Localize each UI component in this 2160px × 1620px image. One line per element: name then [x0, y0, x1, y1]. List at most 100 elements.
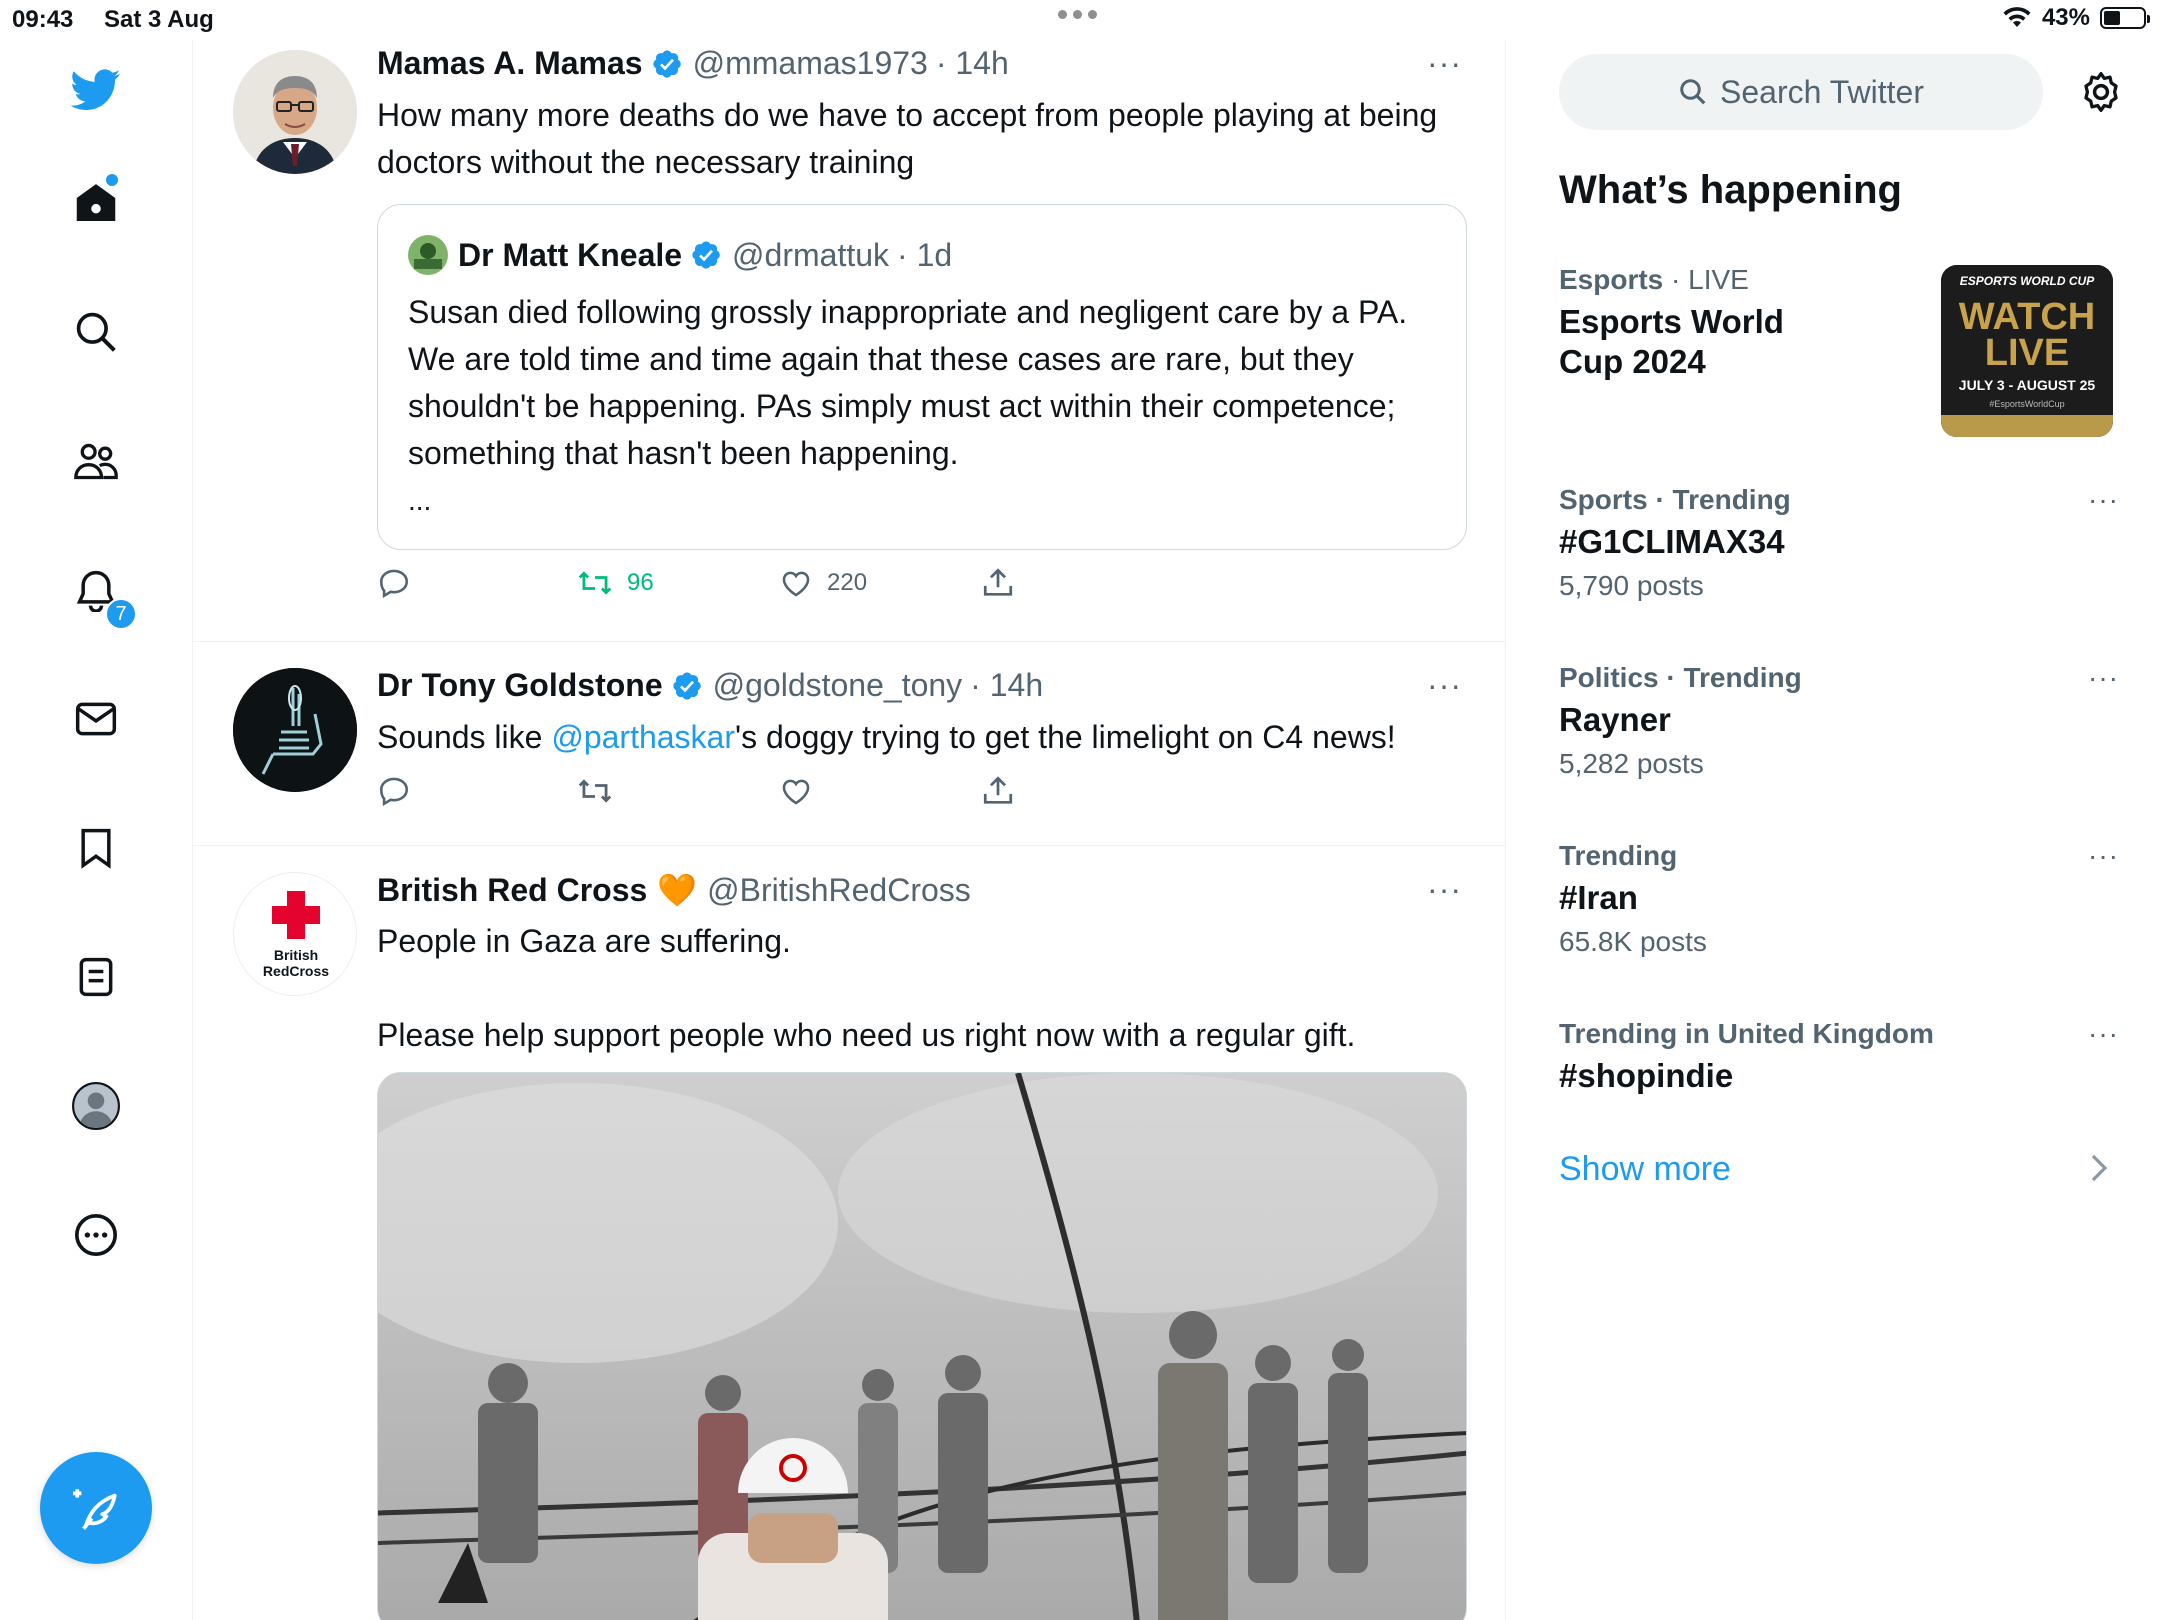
share-button[interactable] — [981, 774, 1015, 808]
trend-count: 65.8K posts — [1559, 926, 1707, 957]
status-right: 43% — [2002, 4, 2150, 32]
esports-thumbnail[interactable]: ESPORTS WORLD CUP WATCH LIVE JULY 3 - AU… — [1941, 265, 2113, 437]
tweet-item[interactable]: British RedCross British Red Cross 🧡 @Br… — [193, 846, 1505, 1620]
trend-meta: Trending in United Kingdom — [1559, 1018, 1934, 1049]
tweet-more-icon[interactable]: ··· — [1427, 871, 1462, 908]
quote-header: Dr Matt Kneale @drmattuk · 1d — [408, 235, 952, 275]
trend-category: Esports — [1559, 264, 1664, 295]
trend-title: #Iran — [1559, 879, 1638, 916]
more-options-icon[interactable] — [71, 1210, 121, 1260]
avatar[interactable] — [233, 668, 357, 792]
like-button[interactable]: 220 — [779, 566, 867, 600]
search-icon[interactable] — [71, 307, 121, 357]
thumb-dates: JULY 3 - AUGUST 25 — [1958, 377, 2096, 393]
notifications-badge: 7 — [105, 598, 137, 630]
compose-tweet-button[interactable] — [40, 1452, 152, 1564]
tweet-text-end: 's doggy trying to get the limelight on … — [735, 719, 1396, 755]
status-date: Sat 3 Aug — [104, 6, 214, 33]
reply-icon — [379, 569, 409, 598]
tweet-time[interactable]: · 14h — [936, 45, 1009, 82]
trend-title: #shopindie — [1559, 1057, 1734, 1094]
quote-author-handle: @drmattuk — [732, 236, 890, 273]
trend-count: 5,790 posts — [1559, 570, 1704, 601]
verified-badge-icon — [671, 670, 703, 702]
author-handle[interactable]: @BritishRedCross — [707, 872, 971, 909]
tweet-text: How many more deaths do we have to accep… — [377, 97, 1447, 180]
heart-emoji: 🧡 — [657, 872, 698, 908]
mention-link[interactable]: @parthaskar — [551, 719, 735, 755]
trend-title: #G1CLIMAX34 — [1559, 523, 1785, 560]
show-more-link[interactable]: Show more — [1559, 1150, 1731, 1189]
author-name[interactable]: British Red Cross — [377, 872, 647, 909]
tweet-header: Dr Tony Goldstone @goldstone_tony · 14h — [377, 667, 1043, 704]
avatar-text-british: British — [273, 947, 319, 963]
like-count: 220 — [827, 569, 868, 596]
battery-percent: 43% — [2041, 4, 2090, 31]
trend-title: Esports World Cup 2024 — [1559, 303, 1784, 380]
tweet-item[interactable]: Dr Tony Goldstone @goldstone_tony · 14h … — [193, 642, 1505, 846]
retweet-button[interactable]: 96 — [577, 566, 654, 600]
share-icon — [983, 776, 1013, 804]
twitter-logo-icon[interactable] — [71, 65, 121, 115]
messages-icon[interactable] — [71, 694, 121, 744]
author-name[interactable]: Mamas A. Mamas — [377, 45, 643, 82]
quote-ellipsis: ... — [408, 485, 432, 516]
right-sidebar: Search Twitter What’s happening Esports … — [1507, 40, 2160, 1620]
quoted-tweet[interactable]: Dr Matt Kneale @drmattuk · 1d Susan died… — [377, 204, 1467, 550]
like-button[interactable] — [779, 774, 813, 808]
reply-button[interactable] — [377, 566, 411, 600]
tweet-header: Mamas A. Mamas @mmamas1973 · 14h — [377, 45, 1009, 82]
tweet-text: People in Gaza are suffering. Please hel… — [377, 923, 1356, 1053]
tweet-time[interactable]: · 14h — [970, 667, 1043, 704]
trend-more-icon[interactable]: ··· — [2088, 662, 2119, 694]
retweet-button[interactable] — [577, 774, 613, 808]
avatar[interactable]: British RedCross — [233, 872, 357, 996]
author-name[interactable]: Dr Tony Goldstone — [377, 667, 663, 704]
reply-button[interactable] — [377, 774, 411, 808]
verified-badge-icon — [690, 239, 722, 271]
tweet-more-icon[interactable]: ··· — [1427, 667, 1462, 704]
profile-avatar-icon[interactable] — [71, 1081, 121, 1131]
trend-meta: Sports · Trending — [1559, 484, 1791, 515]
left-nav: 7 — [0, 40, 193, 1620]
tweet-header: British Red Cross 🧡 @BritishRedCross — [377, 871, 971, 909]
bookmarks-icon[interactable] — [71, 823, 121, 873]
quote-author-name: Dr Matt Kneale — [458, 236, 683, 273]
search-input[interactable]: Search Twitter — [1559, 54, 2043, 130]
quote-text: Susan died following grossly inappropria… — [408, 294, 1408, 471]
status-time: 09:43 — [12, 6, 74, 33]
trend-more-icon[interactable]: ··· — [2088, 484, 2119, 516]
trend-item[interactable]: Trending in United Kingdom #shopindie ··… — [1559, 1018, 2119, 1096]
home-unread-dot — [106, 174, 118, 186]
retweet-count: 96 — [627, 569, 654, 596]
author-handle[interactable]: @goldstone_tony — [713, 667, 963, 704]
trend-count: 5,282 posts — [1559, 748, 1704, 779]
status-bar: 09:43 Sat 3 Aug 43% — [0, 0, 2160, 40]
retweet-icon — [578, 571, 612, 595]
tweet-item[interactable]: Mamas A. Mamas @mmamas1973 · 14h ··· How… — [193, 40, 1505, 642]
tweet-text: Sounds like @parthaskar's doggy trying t… — [377, 714, 1467, 761]
multitasking-dots-icon[interactable] — [1058, 10, 1097, 19]
trend-item[interactable]: Politics · Trending Rayner 5,282 posts ·… — [1559, 662, 2119, 780]
communities-icon[interactable] — [71, 436, 121, 486]
trend-more-icon[interactable]: ··· — [2088, 840, 2119, 872]
search-placeholder: Search Twitter — [1720, 73, 1924, 110]
wifi-icon — [2003, 7, 2031, 27]
settings-gear-icon[interactable] — [2077, 68, 2125, 116]
trend-item[interactable]: Sports · Trending #G1CLIMAX34 5,790 post… — [1559, 484, 2119, 602]
timeline: Mamas A. Mamas @mmamas1973 · 14h ··· How… — [193, 40, 1506, 1620]
share-button[interactable] — [981, 566, 1015, 600]
tweet-image[interactable] — [377, 1072, 1467, 1620]
trend-item[interactable]: Trending #Iran 65.8K posts ··· — [1559, 840, 2119, 958]
chevron-right-icon[interactable] — [2087, 1152, 2111, 1189]
avatar[interactable] — [233, 50, 357, 174]
avatar-text-redcross: RedCross — [262, 963, 330, 979]
tweet-text-start: Sounds like — [377, 719, 552, 755]
author-handle[interactable]: @mmamas1973 — [693, 45, 928, 82]
tweet-more-icon[interactable]: ··· — [1427, 45, 1462, 82]
lists-icon[interactable] — [71, 952, 121, 1002]
compose-feather-icon — [73, 1489, 117, 1531]
thumb-top-text: ESPORTS WORLD CUP — [1959, 274, 2095, 288]
trend-live: · LIVE — [1671, 264, 1749, 295]
trend-more-icon[interactable]: ··· — [2088, 1018, 2119, 1050]
